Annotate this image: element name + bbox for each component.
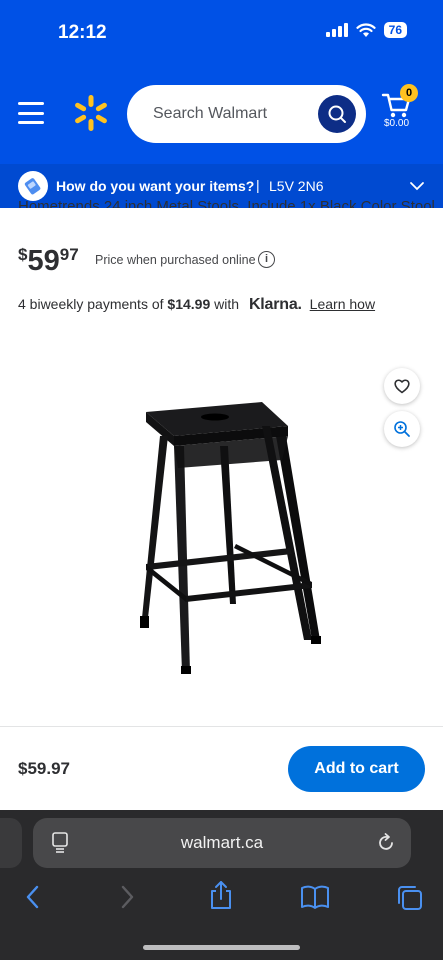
bookmarks-icon[interactable] xyxy=(300,884,330,910)
header: 12:12 76 Search Walmart 0 $0.00 How do y… xyxy=(0,0,443,208)
battery-icon: 76 xyxy=(383,22,407,38)
menu-icon[interactable] xyxy=(18,102,44,124)
delivery-separator: | xyxy=(256,177,260,193)
price-cents: 97 xyxy=(59,245,79,264)
klarna-amount: $14.99 xyxy=(167,296,211,312)
status-icons: 76 xyxy=(325,22,407,38)
home-indicator xyxy=(143,945,300,950)
status-time: 12:12 xyxy=(58,22,107,43)
price-symbol: $ xyxy=(18,245,28,264)
postal-code: L5V 2N6 xyxy=(269,178,324,194)
klarna-offer: 4 biweekly payments of $14.99 with Klarn… xyxy=(18,296,375,314)
search-input[interactable]: Search Walmart xyxy=(153,105,267,123)
back-icon[interactable] xyxy=(24,884,42,910)
learn-how-link[interactable]: Learn how xyxy=(310,296,375,312)
search-icon xyxy=(328,105,346,123)
footer-price: $59.97 xyxy=(18,759,70,778)
product-price: $5997 xyxy=(18,245,79,278)
price-note: Price when purchased online xyxy=(95,253,256,267)
search-bar[interactable]: Search Walmart xyxy=(127,85,366,143)
klarna-prefix: 4 biweekly payments of xyxy=(18,296,164,312)
share-icon[interactable] xyxy=(208,880,234,910)
signal-icon xyxy=(325,23,348,37)
product-image[interactable] xyxy=(112,396,332,676)
product-page: 12:12 76 Search Walmart 0 $0.00 How do y… xyxy=(0,0,443,960)
address-bar[interactable]: walmart.ca xyxy=(33,818,411,868)
walmart-spark-logo[interactable] xyxy=(72,94,110,132)
price-dollars: 59 xyxy=(27,245,60,277)
delivery-icon xyxy=(18,171,48,201)
scroll-mask xyxy=(0,208,443,218)
footer-divider xyxy=(0,726,443,727)
zoom-button[interactable] xyxy=(384,411,420,447)
info-icon[interactable]: i xyxy=(258,251,275,268)
zoom-in-icon xyxy=(394,421,410,437)
favorite-button[interactable] xyxy=(384,368,420,404)
forward-icon[interactable] xyxy=(118,884,136,910)
klarna-logo: Klarna. xyxy=(248,296,302,313)
search-button[interactable] xyxy=(318,95,356,133)
cart-count-badge: 0 xyxy=(400,84,418,102)
delivery-prompt: How do you want your items? xyxy=(56,178,255,194)
previous-tab[interactable] xyxy=(0,818,22,868)
chevron-down-icon xyxy=(410,182,424,191)
browser-toolbar: walmart.ca xyxy=(0,810,443,960)
heart-icon xyxy=(394,379,410,394)
cart-total: $0.00 xyxy=(384,118,410,129)
reload-icon[interactable] xyxy=(375,832,397,854)
wifi-icon xyxy=(356,22,376,37)
tabs-icon[interactable] xyxy=(396,884,424,912)
url-text: walmart.ca xyxy=(180,833,264,852)
add-to-cart-button[interactable]: Add to cart xyxy=(288,746,425,792)
klarna-with: with xyxy=(214,296,240,312)
